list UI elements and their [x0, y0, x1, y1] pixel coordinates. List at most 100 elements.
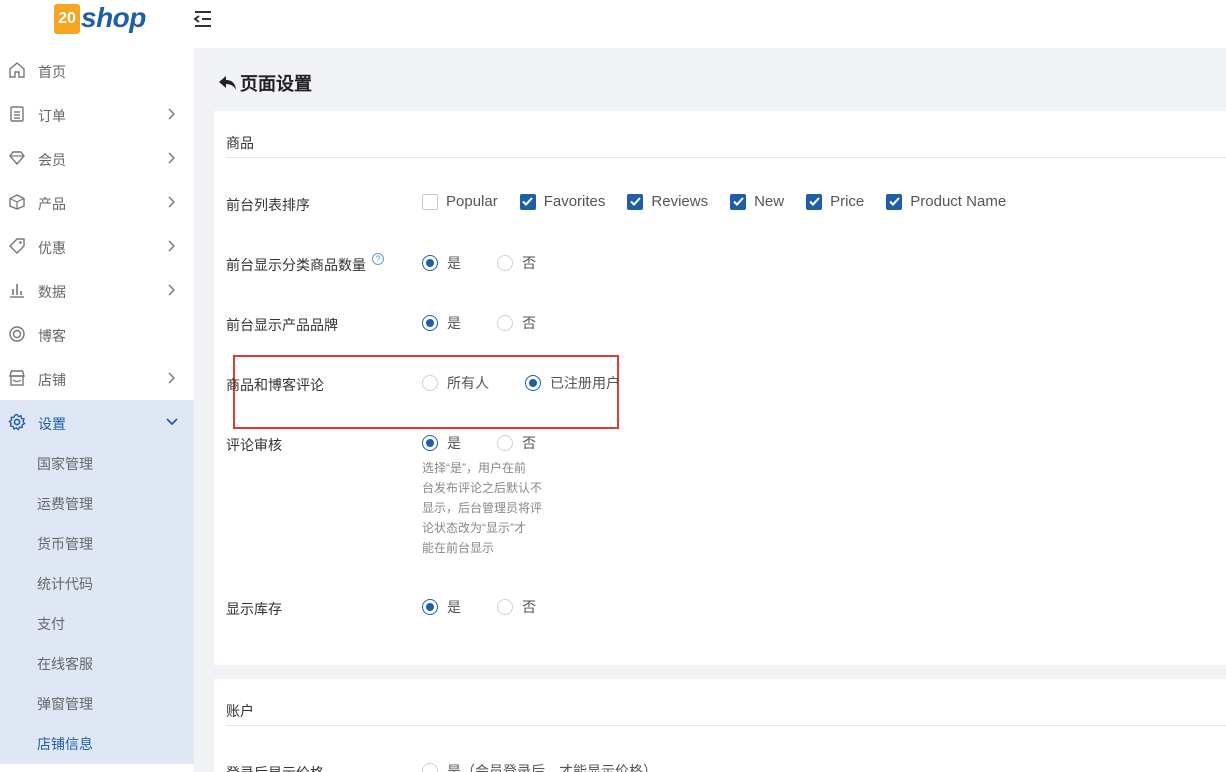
blog-icon — [9, 326, 25, 342]
submenu-item-payment[interactable]: 支付 — [0, 604, 194, 644]
sidebar-item-products[interactable]: 产品 — [0, 180, 194, 224]
sidebar-item-label: 设置 — [38, 416, 66, 432]
sidebar-item-label: 博客 — [38, 328, 66, 344]
category-count-label: 前台显示分类商品数量? — [226, 253, 384, 275]
sidebar-item-label: 店铺 — [38, 372, 66, 388]
radio-label: 否 — [522, 599, 536, 615]
logo-text: shop — [81, 2, 146, 33]
sort-option-new[interactable]: New — [730, 193, 784, 210]
collapse-menu-icon[interactable] — [192, 8, 214, 30]
chevron-right-icon — [168, 372, 176, 384]
chevron-right-icon — [168, 152, 176, 164]
radio-button[interactable] — [422, 435, 438, 451]
submenu-item-live-chat[interactable]: 在线客服 — [0, 644, 194, 684]
category-count-label-text: 前台显示分类商品数量 — [226, 257, 366, 273]
sort-option-favorites[interactable]: Favorites — [519, 193, 606, 210]
review-moderation-note: 选择“是”，用户在前 台发布评论之后默认不 显示，后台管理员将评 论状态改为“显… — [422, 458, 548, 558]
checkbox[interactable] — [519, 193, 536, 210]
checkbox[interactable] — [806, 193, 823, 210]
checkbox[interactable] — [886, 193, 903, 210]
radio-label: 是 — [447, 315, 461, 331]
sort-option-label: Popular — [446, 193, 498, 210]
category-count-yes[interactable]: 是 — [422, 253, 461, 273]
note-line: 台发布评论之后默认不 — [422, 481, 543, 495]
logo[interactable]: 20 shop — [54, 0, 146, 36]
radio-button[interactable] — [525, 375, 541, 391]
checkbox[interactable] — [627, 193, 644, 210]
radio-label: 否 — [522, 315, 536, 331]
show-stock-no[interactable]: 否 — [497, 597, 536, 617]
review-moderation-no[interactable]: 否 — [497, 433, 536, 453]
note-line: 论状态改为“显示”才 — [422, 521, 526, 535]
home-icon — [9, 62, 25, 78]
show-stock-options: 是 否 — [422, 597, 536, 617]
category-count-options: 是 否 — [422, 253, 536, 273]
submenu-item-currency[interactable]: 货币管理 — [0, 524, 194, 564]
sidebar-item-promotions[interactable]: 优惠 — [0, 224, 194, 268]
help-icon[interactable]: ? — [372, 253, 384, 265]
login-price-yes[interactable]: 是（会员登录后，才能显示价格） — [422, 761, 657, 772]
submenu-item-popup[interactable]: 弹窗管理 — [0, 684, 194, 724]
sort-option-popular[interactable]: Popular — [422, 193, 498, 210]
radio-button[interactable] — [422, 375, 438, 391]
radio-button[interactable] — [422, 255, 438, 271]
top-bar: 20 shop — [0, 0, 1226, 48]
sort-option-label: Price — [830, 193, 865, 210]
sidebar-item-home[interactable]: 首页 — [0, 48, 194, 92]
note-line: 选择“是”，用户在前 — [422, 461, 526, 475]
radio-button[interactable] — [422, 599, 438, 615]
radio-button[interactable] — [497, 255, 513, 271]
review-moderation-options: 是 否 — [422, 433, 536, 453]
comments-everyone[interactable]: 所有人 — [422, 373, 489, 393]
submenu-item-analytics-code[interactable]: 统计代码 — [0, 564, 194, 604]
box-icon — [9, 194, 25, 210]
sort-option-price[interactable]: Price — [806, 193, 864, 210]
submenu-item-shipping[interactable]: 运费管理 — [0, 484, 194, 524]
radio-button[interactable] — [422, 315, 438, 331]
sort-option-reviews[interactable]: Reviews — [627, 193, 708, 210]
show-stock-label: 显示库存 — [226, 601, 282, 617]
sort-options: Popular Favorites Reviews New Price Prod… — [422, 193, 1028, 210]
settings-submenu: 国家管理 运费管理 货币管理 统计代码 支付 在线客服 弹窗管理 店铺信息 — [0, 444, 194, 764]
submenu-item-store-info[interactable]: 店铺信息 — [0, 724, 194, 764]
sidebar-item-blog[interactable]: 博客 — [0, 312, 194, 356]
show-brand-no[interactable]: 否 — [497, 313, 536, 333]
category-count-no[interactable]: 否 — [497, 253, 536, 273]
show-brand-yes[interactable]: 是 — [422, 313, 461, 333]
radio-button[interactable] — [497, 315, 513, 331]
radio-label: 否 — [522, 255, 536, 271]
sidebar-item-settings[interactable]: 设置 — [0, 400, 194, 444]
main-content: 页面设置 商品 前台列表排序 Popular Favorites Reviews… — [194, 48, 1226, 772]
radio-button[interactable] — [497, 599, 513, 615]
show-stock-yes[interactable]: 是 — [422, 597, 461, 617]
radio-button[interactable] — [422, 763, 438, 772]
sidebar-item-store[interactable]: 店铺 — [0, 356, 194, 400]
review-moderation-yes[interactable]: 是 — [422, 433, 461, 453]
submenu-item-countries[interactable]: 国家管理 — [0, 444, 194, 484]
chevron-right-icon — [168, 108, 176, 120]
gear-icon — [8, 413, 26, 431]
radio-label: 否 — [522, 435, 536, 451]
sidebar-item-members[interactable]: 会员 — [0, 136, 194, 180]
comments-options: 所有人 已注册用户 — [422, 373, 620, 393]
sort-option-product-name[interactable]: Product Name — [886, 193, 1006, 210]
divider — [226, 725, 1226, 726]
checkbox[interactable] — [422, 193, 438, 210]
chevron-right-icon — [168, 240, 176, 252]
sidebar-item-label: 优惠 — [38, 240, 66, 256]
sidebar-item-data[interactable]: 数据 — [0, 268, 194, 312]
comments-registered[interactable]: 已注册用户 — [525, 373, 620, 393]
checkbox[interactable] — [730, 193, 747, 210]
review-moderation-label: 评论审核 — [226, 437, 282, 453]
radio-button[interactable] — [497, 435, 513, 451]
back-arrow-icon[interactable] — [218, 74, 238, 92]
sort-option-label: Favorites — [543, 193, 606, 210]
sidebar-item-orders[interactable]: 订单 — [0, 92, 194, 136]
products-card: 商品 前台列表排序 Popular Favorites Reviews New … — [214, 111, 1226, 665]
note-line: 能在前台显示 — [422, 541, 495, 555]
bar-chart-icon — [10, 284, 24, 298]
chevron-down-icon — [166, 418, 178, 426]
note-line: 显示，后台管理员将评 — [422, 501, 543, 515]
sidebar-item-label: 产品 — [38, 196, 66, 212]
page-title[interactable]: 页面设置 — [218, 70, 312, 96]
